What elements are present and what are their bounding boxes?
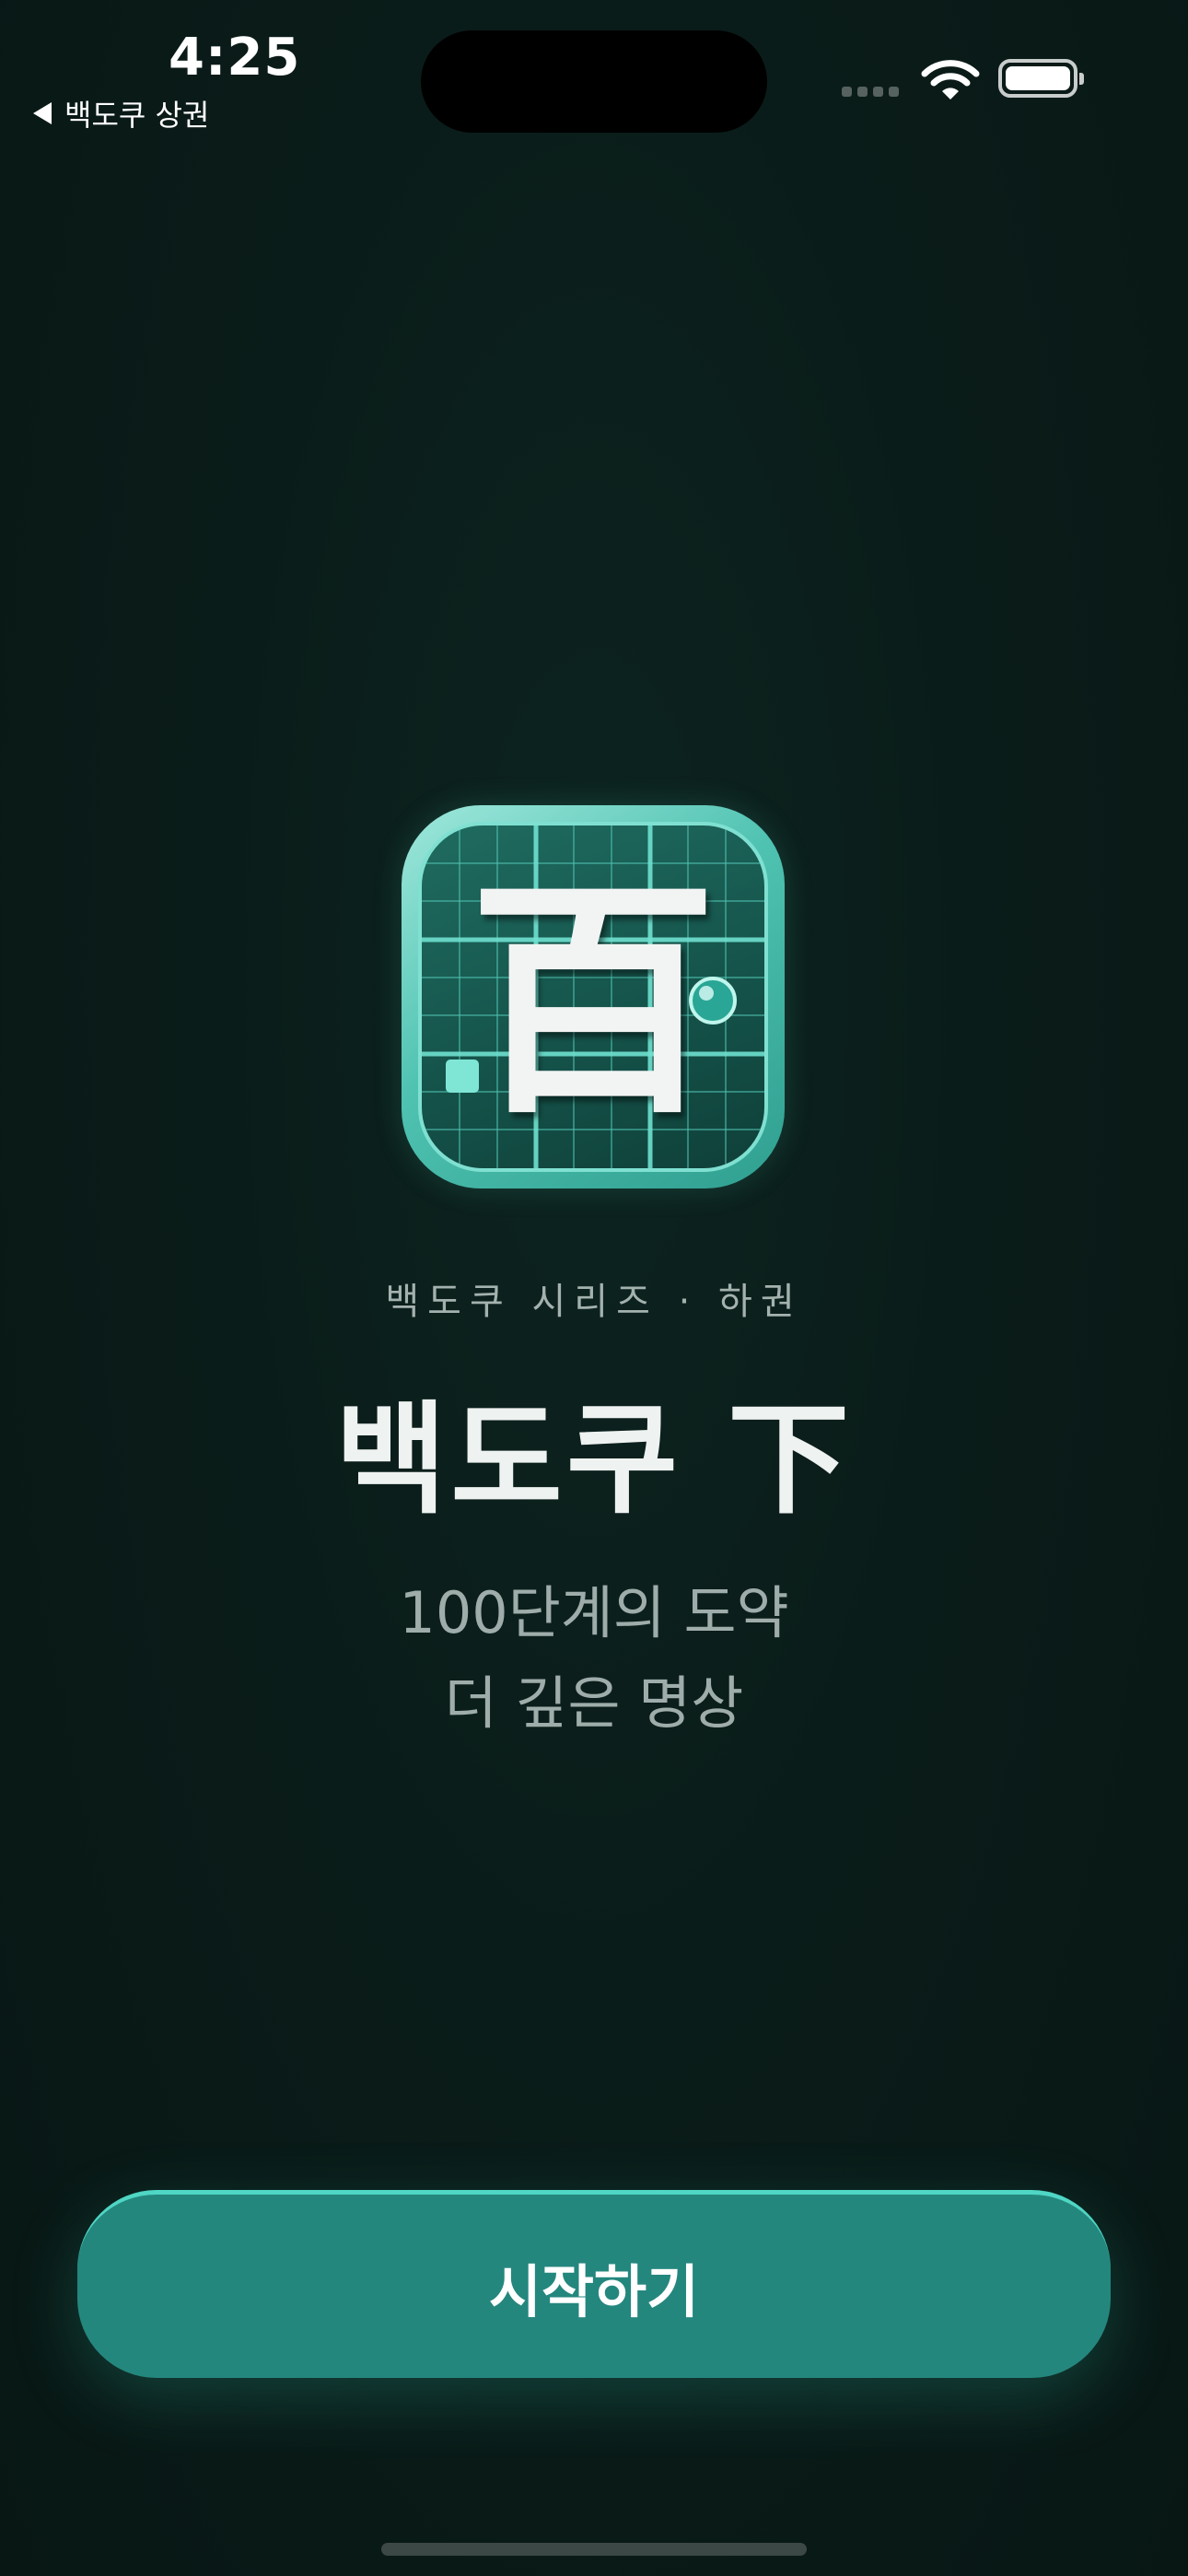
back-link-label: 백도쿠 상권 bbox=[64, 98, 210, 133]
dynamic-island bbox=[421, 30, 767, 133]
back-arrow-icon bbox=[33, 102, 52, 124]
app-icon-glyph: 百 bbox=[469, 854, 717, 1147]
status-time: 4:25 bbox=[169, 28, 301, 88]
cellular-signal-icon bbox=[842, 87, 899, 97]
tagline-line-1: 100단계의 도약 bbox=[399, 1579, 789, 1646]
wifi-icon bbox=[921, 60, 980, 100]
home-indicator[interactable] bbox=[381, 2543, 807, 2556]
app-title: 백도쿠 下 bbox=[334, 1389, 854, 1531]
battery-icon bbox=[998, 59, 1084, 98]
series-label: 백도쿠 시리즈 · 하권 bbox=[385, 1281, 803, 1323]
app-icon: 百 bbox=[402, 805, 785, 1188]
back-to-app-link[interactable]: 백도쿠 상권 bbox=[33, 92, 209, 135]
tagline-line-2: 더 깊은 명상 bbox=[444, 1669, 744, 1737]
start-button[interactable]: 시작하기 bbox=[77, 2190, 1111, 2378]
